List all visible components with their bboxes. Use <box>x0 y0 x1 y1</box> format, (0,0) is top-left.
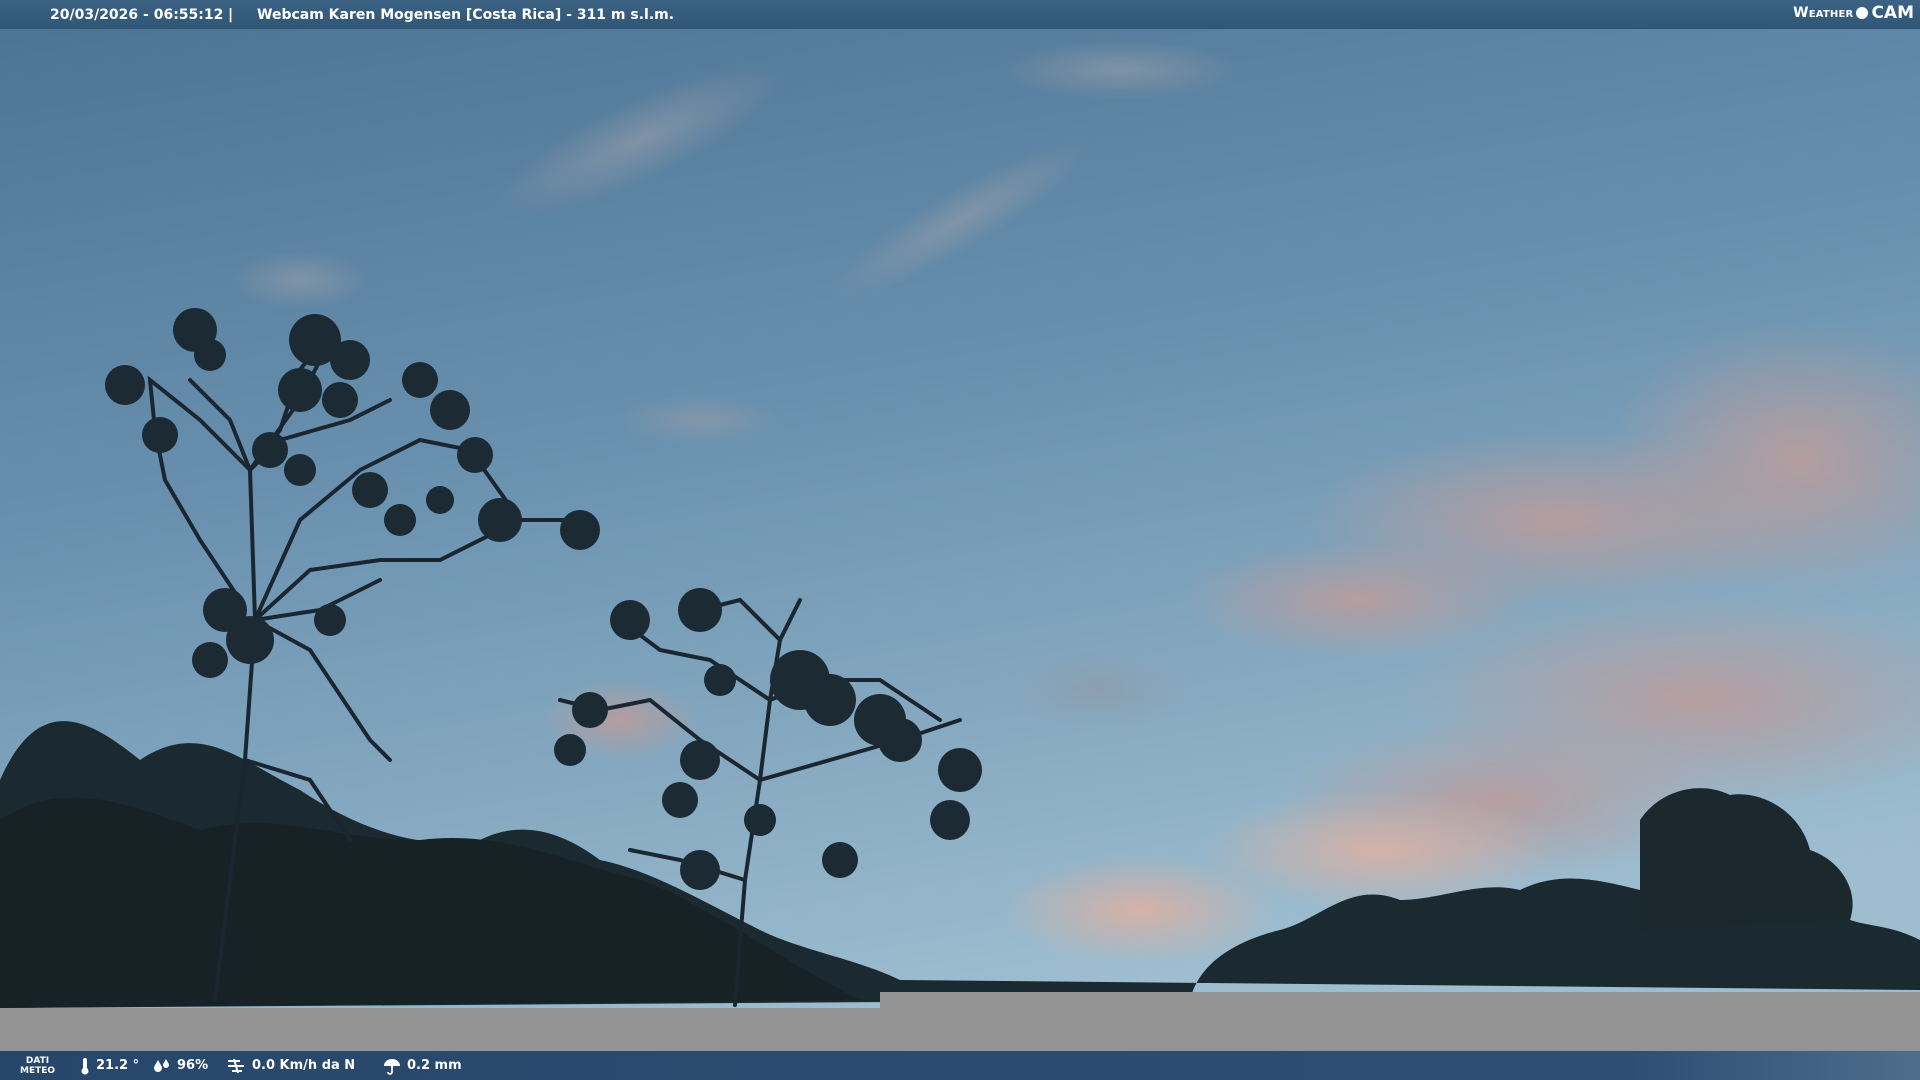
dati-meteo-label[interactable]: DATI METEO <box>20 1051 55 1080</box>
logo-dot-icon <box>1856 7 1869 19</box>
webcam-image <box>0 0 1920 1080</box>
wind-icon <box>228 1058 244 1073</box>
webcam-title: Webcam Karen Mogensen [Costa Rica] - 311… <box>257 6 675 23</box>
logo-text-cam: CAM <box>1871 3 1914 23</box>
weather-data-bar: DATI METEO 21.2 ° 96% 0.0 Km/h da N 0.2 … <box>0 1051 1920 1080</box>
humidity-drops-icon <box>154 1058 169 1072</box>
wind-value: 0.0 Km/h da N <box>252 1058 356 1073</box>
header-bar: 20/03/2026 - 06:55:12 | Webcam Karen Mog… <box>0 0 1920 29</box>
weathercam-logo[interactable]: Weather CAM <box>1793 3 1914 23</box>
wind-reading: 0.0 Km/h da N <box>226 1051 355 1080</box>
umbrella-icon <box>384 1058 400 1075</box>
rain-value: 0.2 mm <box>407 1058 462 1073</box>
grey-band <box>0 1008 1920 1051</box>
temperature-value: 21.2 ° <box>96 1058 140 1073</box>
dati-line2: METEO <box>20 1065 56 1076</box>
humidity-value: 96% <box>177 1058 209 1073</box>
logo-text-weather: Weather <box>1793 5 1854 21</box>
grey-band-partial <box>880 992 1920 1008</box>
rain-reading: 0.2 mm <box>383 1051 462 1080</box>
thermometer-icon <box>81 1057 89 1074</box>
header-separator: | <box>228 6 234 23</box>
dati-line1: DATI <box>25 1055 50 1066</box>
temperature-reading: 21.2 ° <box>80 1051 139 1080</box>
humidity-reading: 96% <box>153 1051 208 1080</box>
datetime-text: 20/03/2026 - 06:55:12 <box>50 6 224 23</box>
